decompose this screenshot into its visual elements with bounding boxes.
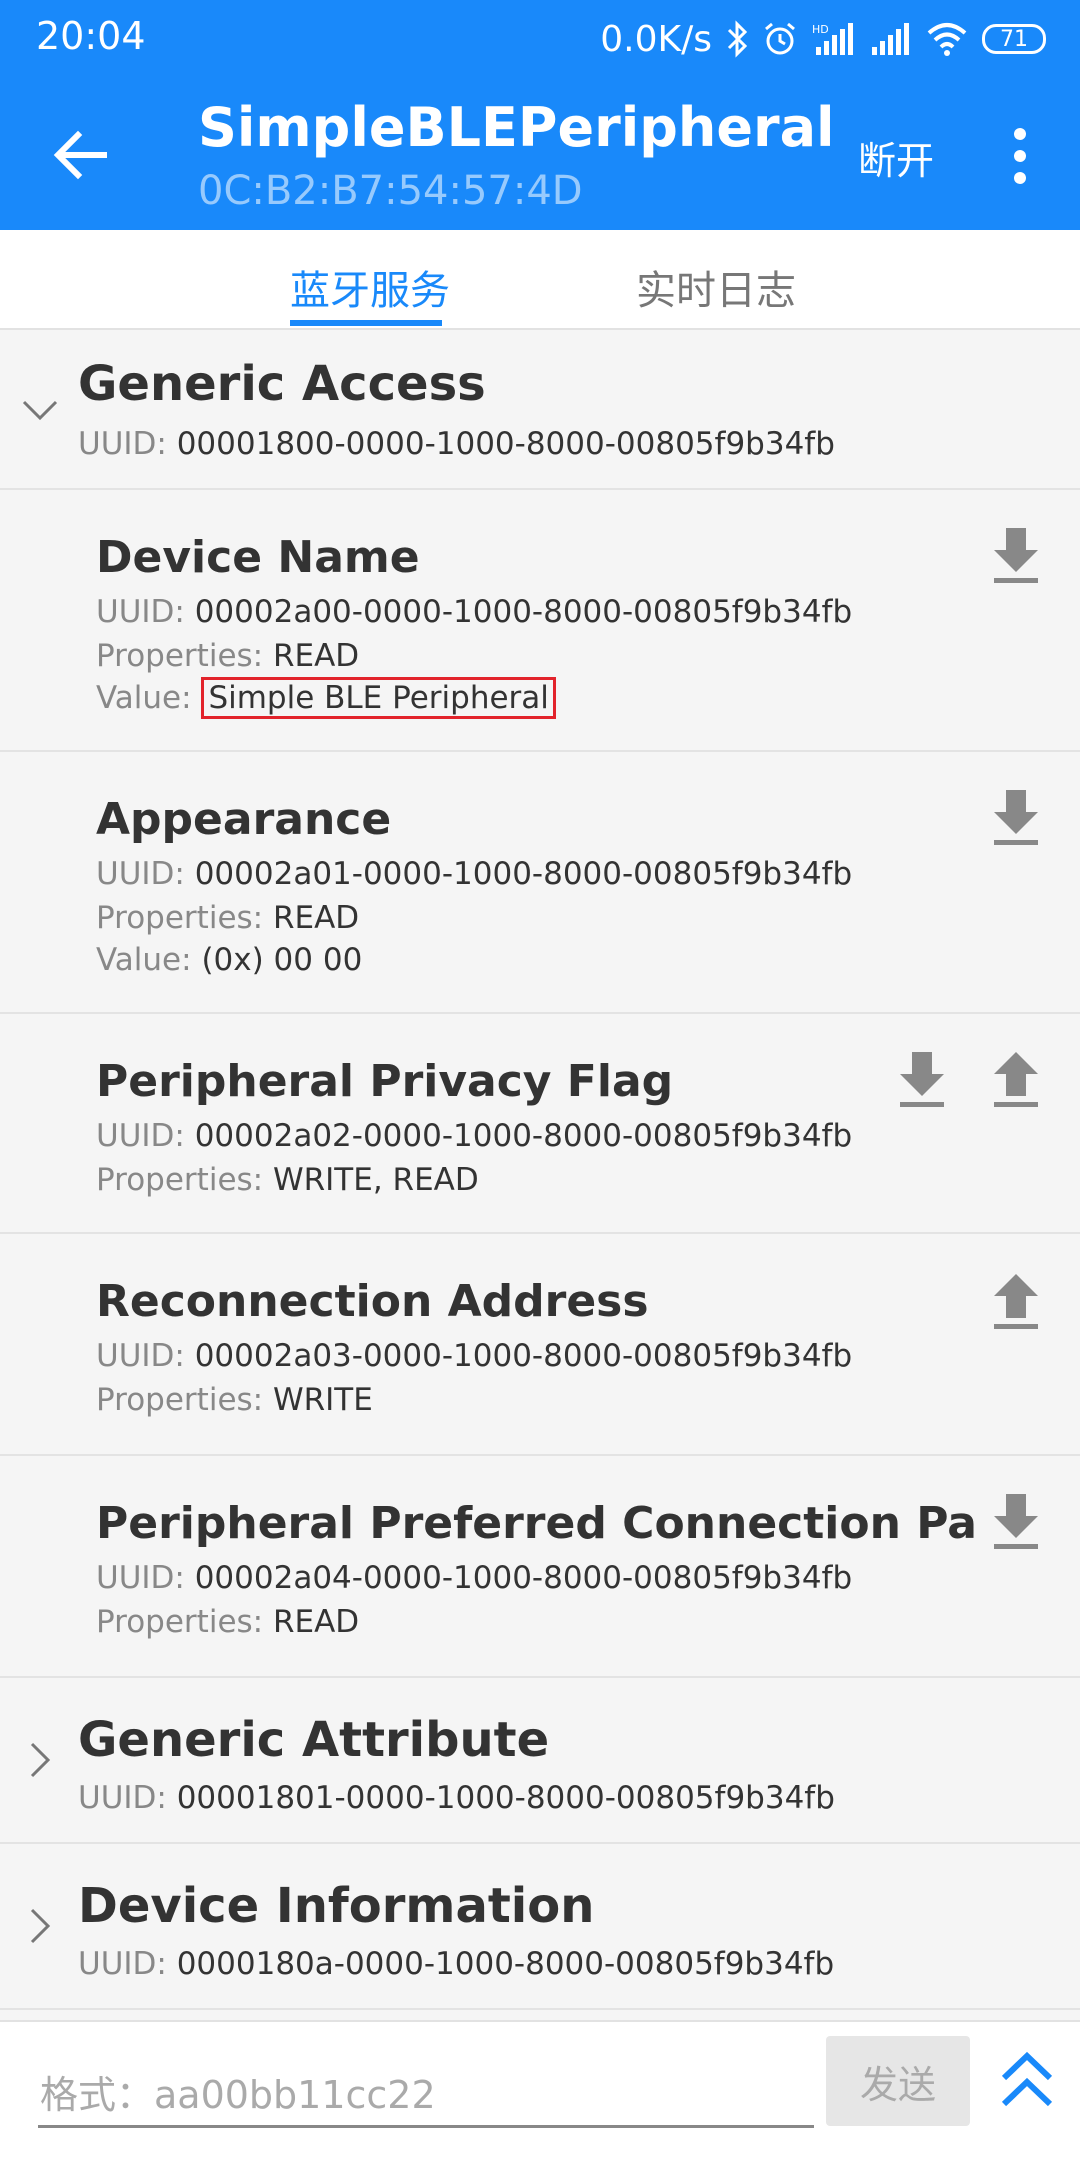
service-name: Generic Attribute <box>78 1712 550 1768</box>
write-upload-icon[interactable] <box>988 1048 1044 1112</box>
chevron-right-icon <box>30 1908 51 1944</box>
svg-text:HD: HD <box>812 23 829 36</box>
characteristic-properties: Properties: WRITE <box>96 1382 373 1418</box>
service-uuid: UUID: 00001800-0000-1000-8000-00805f9b34… <box>78 426 835 462</box>
characteristic-name: Peripheral Privacy Flag <box>96 1056 674 1107</box>
characteristic-uuid: UUID: 00002a03-0000-1000-8000-00805f9b34… <box>96 1338 853 1374</box>
battery-icon: 71 <box>982 24 1046 54</box>
characteristic-uuid: UUID: 00002a04-0000-1000-8000-00805f9b34… <box>96 1560 853 1596</box>
double-chevron-up-icon[interactable] <box>996 2048 1058 2112</box>
battery-level: 71 <box>1000 26 1028 52</box>
read-download-icon[interactable] <box>894 1048 950 1112</box>
net-speed: 0.0K/s <box>600 18 712 60</box>
characteristic-name: Appearance <box>96 794 392 845</box>
characteristic-uuid: UUID: 00002a01-0000-1000-8000-00805f9b34… <box>96 856 853 892</box>
characteristic-properties: Properties: READ <box>96 1604 360 1640</box>
characteristic-properties: Properties: READ <box>96 900 360 936</box>
service-name: Device Information <box>78 1878 595 1934</box>
send-button[interactable]: 发送 <box>826 2036 970 2126</box>
characteristic-uuid: UUID: 00002a02-0000-1000-8000-00805f9b34… <box>96 1118 853 1154</box>
write-upload-icon[interactable] <box>988 1270 1044 1334</box>
characteristic-value: Value: (0x) 00 00 <box>96 942 363 978</box>
read-download-icon[interactable] <box>988 786 1044 850</box>
characteristic-value: Value: Simple BLE Peripheral <box>96 677 556 719</box>
tab-bluetooth-services[interactable]: 蓝牙服务 <box>290 258 450 316</box>
status-time: 20:04 <box>36 14 146 58</box>
service-row-generic-attribute[interactable]: Generic Attribute UUID: 00001801-0000-10… <box>0 1678 1080 1844</box>
active-tab-indicator <box>290 320 442 326</box>
characteristic-row-peripheral-privacy-flag[interactable]: Peripheral Privacy Flag UUID: 00002a02-0… <box>0 1014 1080 1234</box>
service-uuid: UUID: 0000180a-0000-1000-8000-00805f9b34… <box>78 1946 835 1982</box>
signal-icon <box>872 23 909 55</box>
device-title: SimpleBLEPeripheral <box>198 96 835 159</box>
characteristic-name: Device Name <box>96 532 420 583</box>
app-bar: 20:04 0.0K/s HD 71 SimpleBLEPeripheral 0… <box>0 0 1080 230</box>
device-mac-address: 0C:B2:B7:54:57:4D <box>198 168 583 214</box>
send-bar: 发送 <box>0 2020 1080 2162</box>
alarm-icon <box>765 22 795 55</box>
status-icons: 0.0K/s HD 71 <box>600 14 1046 64</box>
hex-data-input[interactable] <box>38 2064 814 2128</box>
service-uuid: UUID: 00001801-0000-1000-8000-00805f9b34… <box>78 1780 835 1816</box>
characteristic-properties: Properties: READ <box>96 638 360 674</box>
bluetooth-icon <box>727 20 748 58</box>
highlighted-value: Simple BLE Peripheral <box>201 677 556 719</box>
service-row-generic-access[interactable]: Generic Access UUID: 00001800-0000-1000-… <box>0 330 1080 490</box>
more-options-icon[interactable] <box>1000 128 1040 184</box>
read-download-icon[interactable] <box>988 524 1044 588</box>
characteristic-name: Peripheral Preferred Connection Paramete… <box>96 1498 976 1549</box>
tab-bar: 蓝牙服务 实时日志 <box>0 230 1080 330</box>
tab-realtime-log[interactable]: 实时日志 <box>636 258 796 316</box>
chevron-right-icon <box>30 1742 51 1778</box>
disconnect-button[interactable]: 断开 <box>858 130 934 185</box>
characteristic-row-device-name[interactable]: Device Name UUID: 00002a00-0000-1000-800… <box>0 490 1080 752</box>
status-bar: 20:04 0.0K/s HD 71 <box>0 0 1080 78</box>
chevron-down-icon <box>22 400 58 421</box>
characteristic-properties: Properties: WRITE, READ <box>96 1162 479 1198</box>
service-row-device-information[interactable]: Device Information UUID: 0000180a-0000-1… <box>0 1844 1080 2010</box>
characteristic-row-reconnection-address[interactable]: Reconnection Address UUID: 00002a03-0000… <box>0 1234 1080 1456</box>
hd-signal-icon: HD <box>812 23 853 55</box>
wifi-icon <box>927 23 967 56</box>
read-download-icon[interactable] <box>988 1490 1044 1554</box>
characteristic-row-appearance[interactable]: Appearance UUID: 00002a01-0000-1000-8000… <box>0 752 1080 1014</box>
characteristic-row-preferred-connection-parameters[interactable]: Peripheral Preferred Connection Paramete… <box>0 1456 1080 1678</box>
characteristic-name: Reconnection Address <box>96 1276 649 1327</box>
characteristic-uuid: UUID: 00002a00-0000-1000-8000-00805f9b34… <box>96 594 853 630</box>
back-arrow-icon[interactable] <box>40 115 120 195</box>
service-name: Generic Access <box>78 356 486 412</box>
